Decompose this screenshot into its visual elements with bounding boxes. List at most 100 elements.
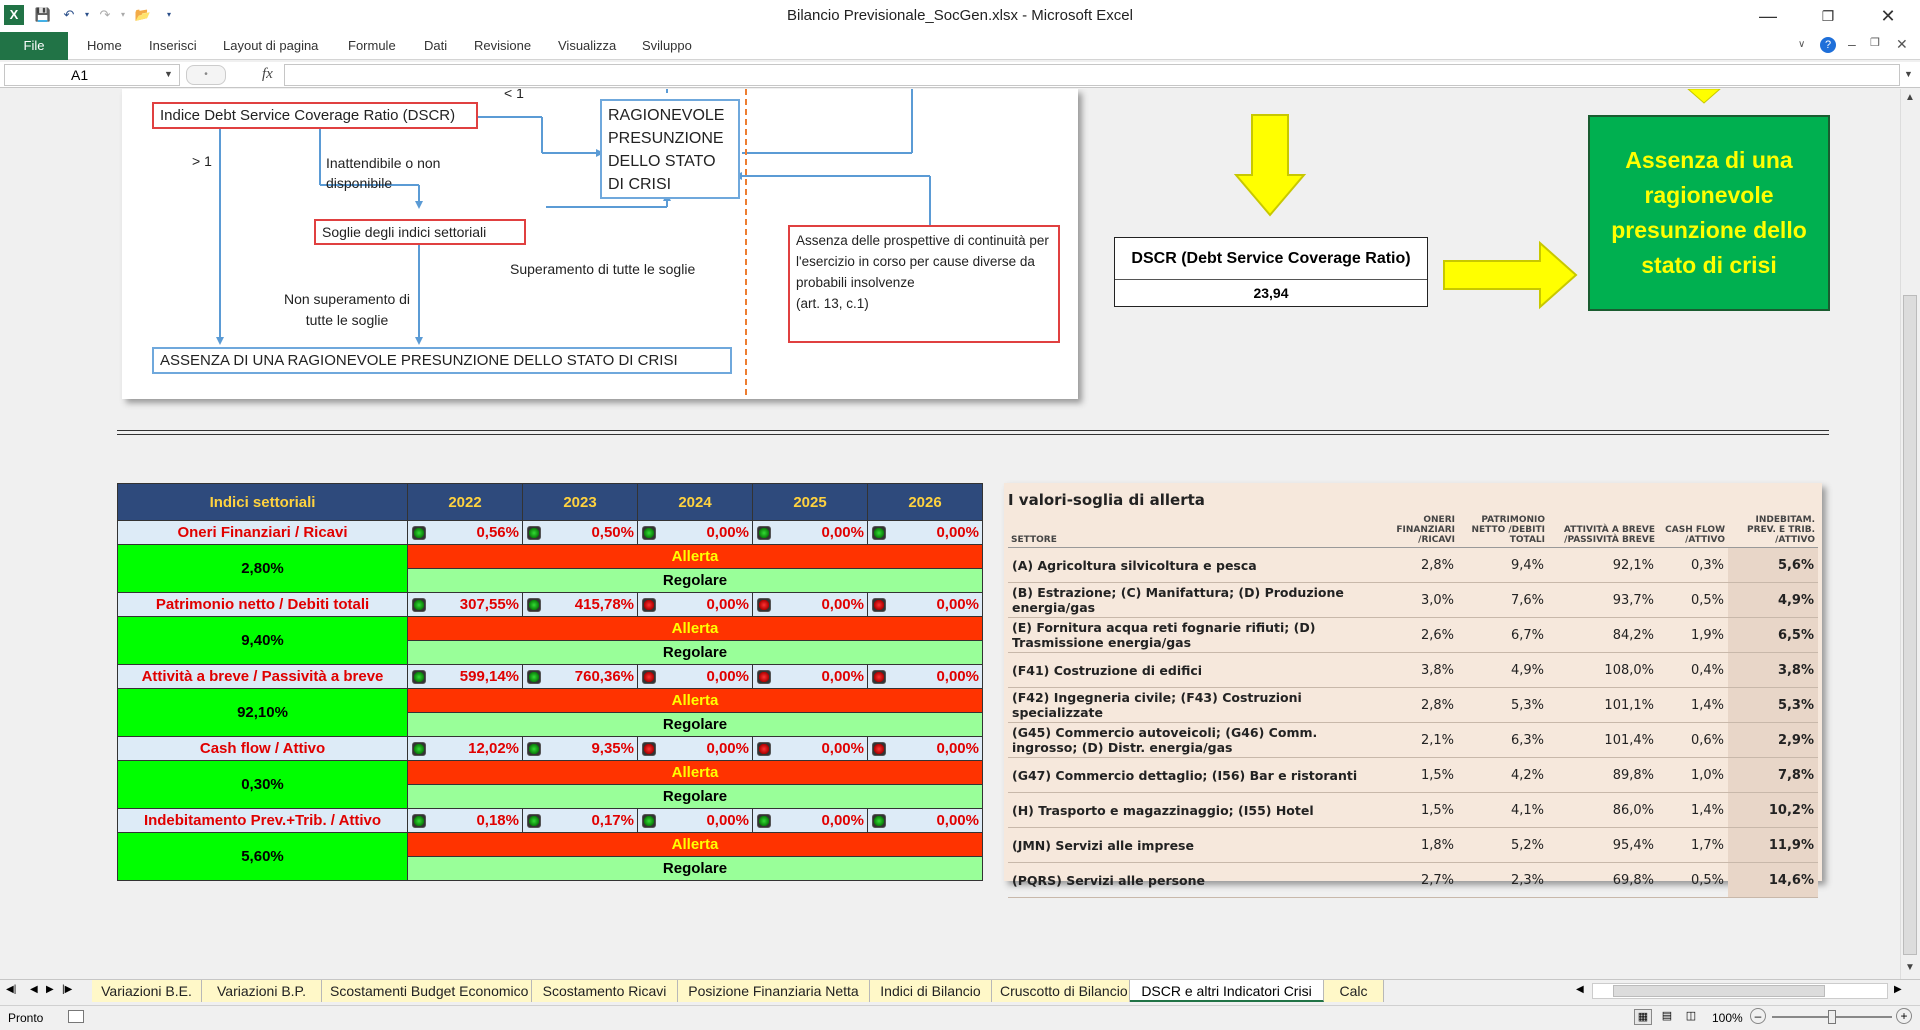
indice-value-cell[interactable]: 0,00% [637,664,753,689]
zoom-level[interactable]: 100% [1712,1011,1743,1025]
sheet-tab[interactable]: Indici di Bilancio [870,980,992,1002]
indice-value-cell[interactable]: 415,78% [522,592,638,617]
indice-value-cell[interactable]: 0,00% [637,592,753,617]
indice-value-cell[interactable]: 307,55% [407,592,523,617]
macro-record-icon[interactable] [68,1010,84,1023]
tab-inserisci[interactable]: Inserisci [149,38,197,53]
tab-sviluppo[interactable]: Sviluppo [642,38,692,53]
indice-value-cell[interactable]: 0,00% [637,808,753,833]
minimize-workbook-icon[interactable]: – [1848,36,1856,52]
prev-sheet-icon[interactable]: ◀ [30,984,38,995]
zoom-slider[interactable] [1772,1010,1892,1024]
indice-value-cell[interactable]: 0,00% [637,520,753,545]
sheet-tab[interactable]: Variazioni B.P. [202,980,322,1002]
threshold-value[interactable]: 9,40% [117,616,408,665]
regolare-bar[interactable]: Regolare [407,784,983,809]
indice-name[interactable]: Attività a breve / Passività a breve [117,664,408,689]
worksheet-area[interactable]: Indice Debt Service Coverage Ratio (DSCR… [0,89,1900,979]
restore-workbook-icon[interactable]: ❐ [1870,36,1880,49]
name-box[interactable]: A1 [4,64,180,86]
regolare-bar[interactable]: Regolare [407,856,983,881]
horizontal-scrollbar[interactable] [1592,983,1888,999]
allerta-bar[interactable]: Allerta [407,760,983,785]
indice-value-cell[interactable]: 0,00% [752,664,868,689]
indice-value-cell[interactable]: 0,00% [867,664,983,689]
indice-value-cell[interactable]: 0,50% [522,520,638,545]
sheet-tab[interactable]: Variazioni B.E. [92,980,202,1002]
allerta-bar[interactable]: Allerta [407,832,983,857]
h-scroll-right-icon[interactable]: ▶ [1894,984,1902,995]
sheet-tab[interactable]: Scostamenti Budget Economico [322,980,532,1002]
next-sheet-icon[interactable]: ▶ [46,984,54,995]
allerta-bar[interactable]: Allerta [407,616,983,641]
zoom-out-icon[interactable]: – [1750,1008,1766,1024]
tab-layout[interactable]: Layout di pagina [223,38,318,53]
indice-value-cell[interactable]: 0,00% [867,520,983,545]
indice-value-cell[interactable]: 0,00% [752,592,868,617]
tab-dati[interactable]: Dati [424,38,447,53]
page-layout-view-icon[interactable]: ▤ [1658,1009,1676,1025]
ribbon-collapse-icon[interactable]: ∨ [1798,39,1805,50]
insert-function-icon[interactable]: fx [262,66,273,83]
allerta-bar[interactable]: Allerta [407,544,983,569]
indice-name[interactable]: Oneri Finanziari / Ricavi [117,520,408,545]
last-sheet-icon[interactable]: |▶ [62,984,72,995]
indice-value-cell[interactable]: 0,00% [752,736,868,761]
indice-value-cell[interactable]: 0,17% [522,808,638,833]
indice-name[interactable]: Indebitamento Prev.+Trib. / Attivo [117,808,408,833]
threshold-value[interactable]: 5,60% [117,832,408,881]
scroll-down-icon[interactable]: ▼ [1901,959,1919,977]
sheet-tab[interactable]: Cruscotto di Bilancio [992,980,1130,1002]
indice-value-cell[interactable]: 0,00% [637,736,753,761]
tab-formule[interactable]: Formule [348,38,396,53]
sheet-tab[interactable]: Scostamento Ricavi [532,980,678,1002]
threshold-value[interactable]: 2,80% [117,544,408,593]
sheet-tab[interactable]: Posizione Finanziaria Netta [678,980,870,1002]
tab-scroll-left-icon[interactable]: ◀ [1576,984,1584,995]
help-icon[interactable]: ? [1820,37,1836,53]
threshold-value[interactable]: 92,10% [117,688,408,737]
indice-value-cell[interactable]: 0,00% [867,808,983,833]
indice-name[interactable]: Cash flow / Attivo [117,736,408,761]
regolare-bar[interactable]: Regolare [407,568,983,593]
indice-value-cell[interactable]: 9,35% [522,736,638,761]
indice-value-cell[interactable]: 12,02% [407,736,523,761]
minimize-button[interactable]: — [1740,0,1796,32]
regolare-bar[interactable]: Regolare [407,640,983,665]
restore-button[interactable]: ❐ [1800,0,1856,32]
indice-value-cell[interactable]: 0,56% [407,520,523,545]
indice-value-cell[interactable]: 0,00% [867,592,983,617]
first-sheet-icon[interactable]: ◀| [6,984,16,995]
indice-value-cell[interactable]: 0,00% [867,736,983,761]
formula-bar-expand-icon[interactable]: ▼ [1904,69,1913,79]
tab-revisione[interactable]: Revisione [474,38,531,53]
regolare-bar[interactable]: Regolare [407,712,983,737]
scroll-up-icon[interactable]: ▲ [1901,89,1919,107]
indice-value-cell[interactable]: 760,36% [522,664,638,689]
indice-value-cell[interactable]: 0,18% [407,808,523,833]
h-scroll-thumb[interactable] [1613,985,1825,997]
zoom-in-icon[interactable]: + [1896,1008,1912,1024]
scroll-thumb[interactable] [1903,295,1917,955]
dscr-value[interactable]: 23,94 [1115,280,1427,306]
close-button[interactable]: ✕ [1860,0,1916,32]
tab-visualizza[interactable]: Visualizza [558,38,616,53]
vertical-scrollbar[interactable]: ▲ ▼ [1900,89,1920,979]
sheet-tab[interactable]: Calc [1324,980,1384,1002]
zoom-slider-thumb[interactable] [1828,1010,1836,1024]
normal-view-icon[interactable]: ▦ [1634,1009,1652,1025]
indice-name[interactable]: Patrimonio netto / Debiti totali [117,592,408,617]
indice-value-cell[interactable]: 599,14% [407,664,523,689]
allerta-bar[interactable]: Allerta [407,688,983,713]
file-tab[interactable]: File [0,32,68,60]
page-break-view-icon[interactable]: ◫ [1682,1009,1700,1025]
formula-expand-handle[interactable]: • [186,65,226,85]
indice-value-cell[interactable]: 0,00% [752,808,868,833]
name-box-dropdown-icon[interactable]: ▼ [164,69,173,79]
threshold-value[interactable]: 0,30% [117,760,408,809]
formula-input[interactable] [284,64,1900,86]
sheet-tab[interactable]: DSCR e altri Indicatori Crisi [1130,980,1324,1002]
close-workbook-icon[interactable]: ✕ [1896,36,1908,53]
indice-value-cell[interactable]: 0,00% [752,520,868,545]
tab-home[interactable]: Home [87,38,122,53]
